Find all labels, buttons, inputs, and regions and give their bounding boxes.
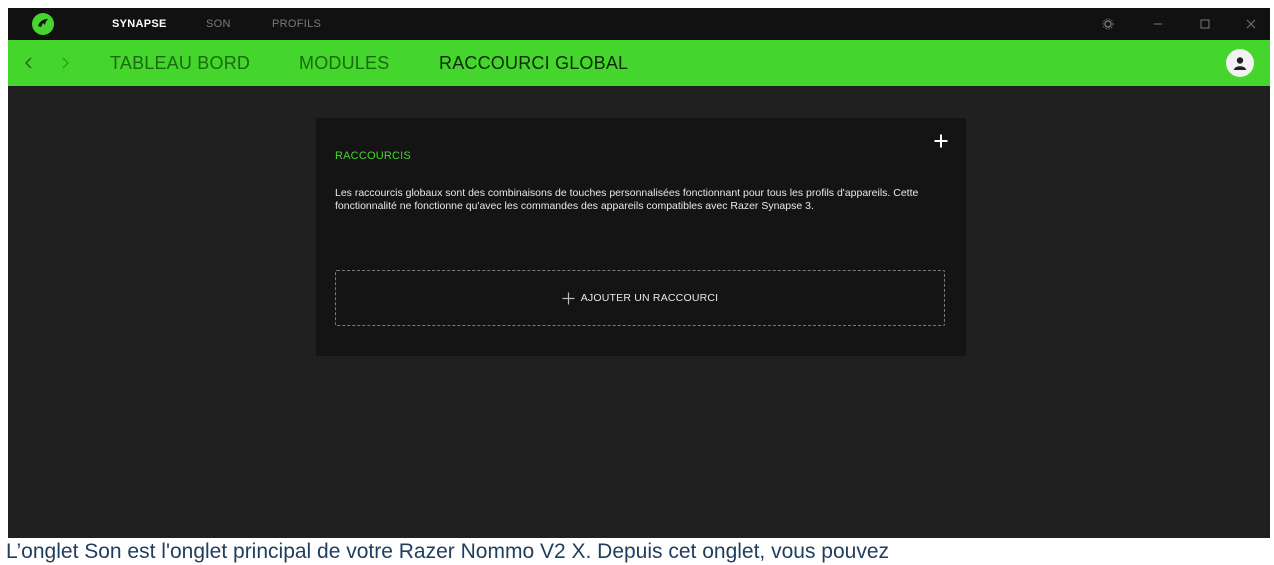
shortcuts-card: RACCOURCIS Les raccourcis globaux sont d… (316, 118, 966, 356)
tab-tableau-bord[interactable]: TABLEAU BORD (110, 53, 250, 74)
app-window: SYNAPSE SON PROFILS TABLEAU BORD MODULES… (8, 8, 1270, 538)
title-bar: SYNAPSE SON PROFILS (8, 8, 1270, 40)
settings-icon[interactable] (1098, 14, 1118, 34)
back-arrow-icon[interactable] (20, 53, 38, 73)
card-description: Les raccourcis globaux sont des combinai… (335, 187, 919, 212)
tab-son[interactable]: SON (206, 18, 231, 30)
user-avatar-icon[interactable] (1226, 49, 1254, 77)
plus-icon (562, 292, 575, 304)
maximize-icon[interactable] (1195, 14, 1215, 34)
card-title: RACCOURCIS (335, 150, 411, 162)
tab-profils[interactable]: PROFILS (272, 18, 321, 30)
tab-synapse[interactable]: SYNAPSE (112, 18, 167, 30)
razer-logo-icon[interactable] (32, 13, 54, 35)
document-caption: L’onglet Son est l'onglet principal de v… (6, 540, 890, 563)
forward-arrow-icon[interactable] (56, 53, 74, 73)
plus-icon (934, 134, 948, 148)
tab-modules[interactable]: MODULES (299, 53, 389, 74)
close-icon[interactable] (1241, 14, 1261, 34)
minimize-icon[interactable] (1148, 14, 1168, 34)
add-shortcut-plus-button[interactable] (930, 130, 952, 152)
add-shortcut-button[interactable]: AJOUTER UN RACCOURCI (335, 270, 945, 326)
nav-bar: TABLEAU BORD MODULES RACCOURCI GLOBAL (8, 40, 1270, 86)
add-shortcut-label: AJOUTER UN RACCOURCI (580, 292, 719, 304)
tab-raccourci-global[interactable]: RACCOURCI GLOBAL (439, 53, 628, 74)
